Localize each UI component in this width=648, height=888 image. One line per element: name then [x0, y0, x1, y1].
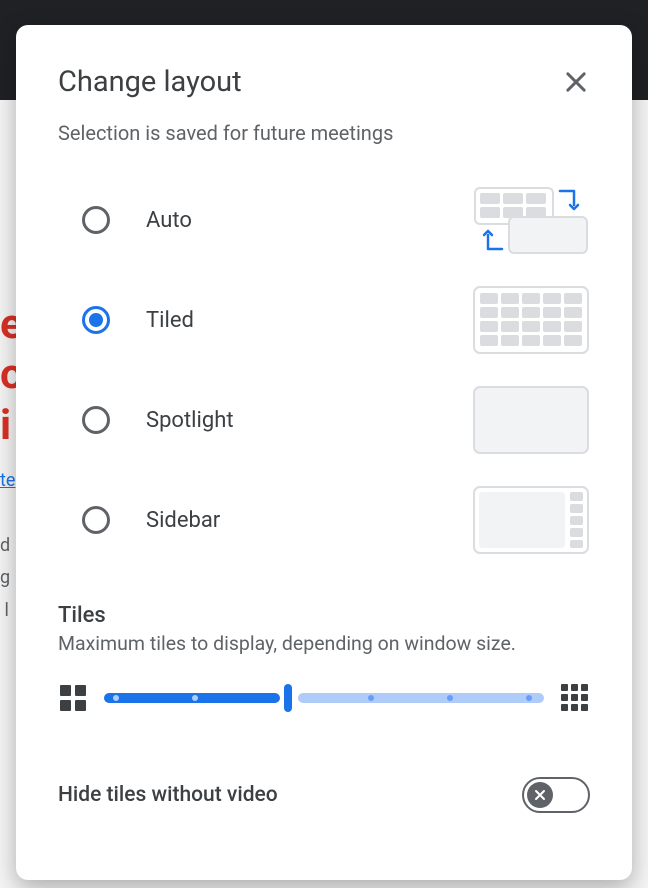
tiles-slider[interactable] [104, 686, 544, 710]
dialog-title: Change layout [58, 65, 242, 99]
option-label: Auto [146, 208, 472, 233]
option-spotlight[interactable]: Spotlight [58, 385, 590, 455]
radio-spotlight[interactable] [82, 406, 110, 434]
close-icon [562, 68, 590, 96]
tiles-max-icon [560, 683, 590, 713]
preview-spotlight-icon [472, 385, 590, 455]
hide-tiles-toggle[interactable] [522, 777, 590, 813]
close-button[interactable] [562, 68, 590, 96]
radio-sidebar[interactable] [82, 506, 110, 534]
radio-auto[interactable] [82, 206, 110, 234]
preview-tiled-icon [472, 285, 590, 355]
tiles-subtitle: Maximum tiles to display, depending on w… [58, 632, 590, 655]
slider-thumb[interactable] [284, 684, 292, 712]
option-auto[interactable]: Auto [58, 185, 590, 255]
preview-auto-icon [472, 185, 590, 255]
option-label: Spotlight [146, 408, 472, 433]
tiles-title: Tiles [58, 603, 590, 628]
option-label: Tiled [146, 308, 472, 333]
layout-options: Auto Tiled [58, 185, 590, 555]
radio-tiled[interactable] [82, 306, 110, 334]
preview-sidebar-icon [472, 485, 590, 555]
dialog-subtitle: Selection is saved for future meetings [58, 121, 590, 145]
option-tiled[interactable]: Tiled [58, 285, 590, 355]
toggle-off-icon [527, 782, 553, 808]
hide-tiles-label: Hide tiles without video [58, 783, 278, 807]
option-sidebar[interactable]: Sidebar [58, 485, 590, 555]
tiles-min-icon [58, 683, 88, 713]
change-layout-dialog: Change layout Selection is saved for fut… [16, 25, 632, 880]
option-label: Sidebar [146, 508, 472, 533]
